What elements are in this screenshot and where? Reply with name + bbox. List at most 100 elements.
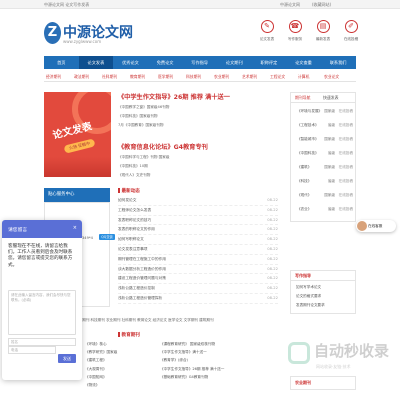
journal-name: 《科技》 [297, 179, 312, 183]
headline-2-row[interactable]: 《中国科技》10期 [118, 164, 278, 169]
list-item[interactable]: 发表的职称论文的作用 08-22 [118, 225, 278, 236]
subnav-item[interactable]: 政法期刊 [74, 74, 89, 80]
subnav-item[interactable]: 农业论文 [324, 74, 339, 80]
journal-submit[interactable]: 在线投稿 [339, 137, 353, 142]
subnav-item[interactable]: 经济期刊 [46, 74, 61, 80]
journal-row[interactable]: 《工程技术》 省级 在线投稿 [297, 123, 353, 128]
journal-row[interactable]: 《现代》 国家级 在线投稿 [297, 193, 353, 198]
list-item[interactable]: 浅析公路工程造价控制 08-22 [118, 284, 278, 294]
headline-1[interactable]: 《中学生作文指导》26期 推荐 满十送一 [118, 92, 278, 101]
header-link-label: 在线投稿 [343, 37, 359, 41]
journal-submit[interactable]: 在线投稿 [339, 151, 353, 156]
site-logo[interactable]: Z 中源论文网 www.zyglwww.com [44, 20, 133, 52]
login-link[interactable]: 中源论文网 [280, 2, 300, 8]
list-item[interactable]: 发表职称论文的技巧 08-22 [118, 216, 278, 226]
nav-item-free[interactable]: 免费论文 [148, 56, 183, 69]
subnav-item[interactable]: 工程论文 [270, 74, 285, 80]
journal-row[interactable]: 《农业》 省级 在线投稿 [297, 207, 353, 212]
subnav-item[interactable]: 艺术期刊 [242, 74, 257, 80]
header-link-latest[interactable]: ▤ 最新发表 [312, 20, 334, 42]
journal-submit[interactable]: 在线投稿 [339, 165, 353, 170]
list-item[interactable]: 《中学生作文指导》26期 推荐 满十送一 [160, 365, 270, 373]
guide-row[interactable]: 如何写学术论文 [296, 285, 321, 290]
send-button[interactable]: 发送 [58, 354, 76, 363]
journal-row[interactable]: 《建筑》 国家级 在线投稿 [297, 165, 353, 170]
qq-chat-button[interactable]: QQ交谈 [99, 234, 115, 240]
collect-link[interactable]: (收藏网站) [312, 2, 331, 8]
message-dialog: 请您留言 × 客服现在不在线，请留言给我们。工作人员看到后会及时联系您。请您留言… [2, 220, 82, 380]
nav-item-title[interactable]: 职称评定 [252, 56, 287, 69]
list-item[interactable]: 期刊管理在工程施工中的作用 08-22 [118, 255, 278, 265]
header-link-submit[interactable]: ✐ 在线投稿 [340, 20, 362, 42]
nav-item-publish[interactable]: 论文发表 [78, 56, 114, 69]
list-item[interactable]: 谈大数据分析工程造价的作用 08-22 [118, 265, 278, 275]
list-item-title: 如何发论文 [118, 198, 137, 202]
close-icon[interactable]: × [73, 225, 77, 231]
list-item[interactable]: 《大观周刊》 [85, 365, 157, 373]
online-service-button[interactable]: 在线客服 [356, 220, 396, 232]
list-item[interactable]: 《教学研究》国家级 [85, 348, 157, 356]
journal-submit[interactable]: 在线投稿 [339, 109, 353, 114]
journal-name: 《农业》 [297, 207, 312, 211]
name-field[interactable]: 姓名 [8, 338, 76, 346]
journal-list-right: 《课程教育研究》 国家级双核刊物 《中学生作文指导》满十送一 《教育学》(综合)… [160, 340, 270, 381]
category-links[interactable]: 教育期刊 经济期刊 医学期刊 科技期刊 农业期刊 社科期刊 教育论文 经济论文 … [44, 315, 356, 325]
journal-row[interactable]: 《中国科技》 省级 在线投稿 [297, 151, 353, 156]
list-item[interactable]: 如何写职称论文 08-22 [118, 235, 278, 245]
headline-1-row[interactable]: 《中国科技》国家级刊物 [118, 114, 278, 119]
message-textarea[interactable]: 请在此输入留言内容，我们会尽快与您联系。(必填) [8, 290, 76, 335]
nav-item-check[interactable]: 论文查重 [286, 56, 321, 69]
journal-cat: 省级 [327, 179, 335, 183]
list-item[interactable]: 工程师论文怎么发表 08-22 [118, 206, 278, 216]
nav-item-journals[interactable]: 论文期刊 [217, 56, 252, 69]
tab-quick-publish[interactable]: 快速发表 [323, 95, 339, 101]
list-item[interactable]: 《环境》核心 [85, 340, 157, 348]
headline-1-row[interactable]: 7月《中国教育》国家级刊物 [118, 123, 278, 128]
nav-item-guide[interactable]: 写作指导 [182, 56, 217, 69]
journal-row[interactable]: 《智能城市》 国家级 在线投稿 [297, 137, 353, 142]
list-item[interactable]: 《课程教育研究》 国家级双核刊物 [160, 340, 270, 348]
nav-item-contact[interactable]: 联系我们 [321, 56, 356, 69]
latest-heading: 最新动态 [118, 188, 140, 194]
list-item[interactable]: 论文发表注意事项 08-22 [118, 245, 278, 255]
subnav-item[interactable]: 科技期刊 [186, 74, 201, 80]
list-item[interactable]: 浅析公路工程造价管理探析 08-22 [118, 294, 278, 304]
header-link-publish[interactable]: ✎ 论文发表 [256, 20, 278, 42]
list-item[interactable]: 如何发论文 08-22 [118, 196, 278, 206]
list-item[interactable]: 《物流》 [85, 381, 157, 389]
subnav-item[interactable]: 计算机 [298, 74, 309, 80]
subnav-item[interactable]: 教育期刊 [130, 74, 145, 80]
guide-row[interactable]: 发表期刊论文要求 [296, 303, 325, 308]
welcome-text: 中源论文网 论文写作发表 [44, 2, 90, 7]
phone-field[interactable]: 电话 [8, 346, 56, 354]
list-item[interactable]: 《教育学》(综合) [160, 356, 270, 364]
headline-1-row[interactable]: 《中国教学之窗》国家级46刊物 [118, 105, 278, 110]
list-item[interactable]: 《基础教育研究》G4教育刊物 [160, 373, 270, 381]
list-item-title: 谈大数据分析工程造价的作用 [118, 266, 166, 271]
nav-item-excellent[interactable]: 优秀论文 [113, 56, 148, 69]
nav-item-home[interactable]: 首页 [44, 56, 79, 69]
header-link-writing[interactable]: ☎ 写作服务 [284, 20, 306, 42]
journal-submit[interactable]: 在线投稿 [339, 123, 353, 128]
subnav-item[interactable]: 社科期刊 [102, 74, 117, 80]
headline-2-row[interactable]: 《现代人》文史刊物 [118, 173, 278, 178]
list-item[interactable]: 建设工程造价管理问题与对策 08-22 [118, 274, 278, 285]
list-item[interactable]: 《中国知网》 [85, 373, 157, 381]
journal-row[interactable]: 《环境与发展》 国家级 在线投稿 [297, 109, 353, 114]
journal-name: 《现代》 [297, 193, 312, 197]
tab-journal-nav[interactable]: 期刊导航 [295, 95, 311, 101]
book-icon: ▤ [316, 20, 330, 33]
journal-submit[interactable]: 在线投稿 [339, 193, 353, 198]
promo-banner[interactable]: 论文发表 火热 征稿中 [44, 92, 111, 177]
subnav-item[interactable]: 医学期刊 [158, 74, 173, 80]
headline-2[interactable]: 《教育信息化论坛》G4教育专刊 [118, 142, 278, 151]
journal-submit[interactable]: 在线投稿 [339, 207, 353, 212]
subnav-item[interactable]: 农业期刊 [214, 74, 229, 80]
list-item[interactable]: 《建筑工程》 [85, 356, 157, 364]
list-item[interactable]: 《中学生作文指导》满十送一 [160, 348, 270, 356]
guide-row[interactable]: 论文的格式要求 [296, 294, 321, 299]
journal-row[interactable]: 《科技》 省级 在线投稿 [297, 179, 353, 184]
headline-2-row[interactable]: 《中国科学与工程》刊物 国家级 [118, 155, 278, 160]
journal-submit[interactable]: 在线投稿 [339, 179, 353, 184]
journal-cat: 国家级 [324, 109, 335, 113]
